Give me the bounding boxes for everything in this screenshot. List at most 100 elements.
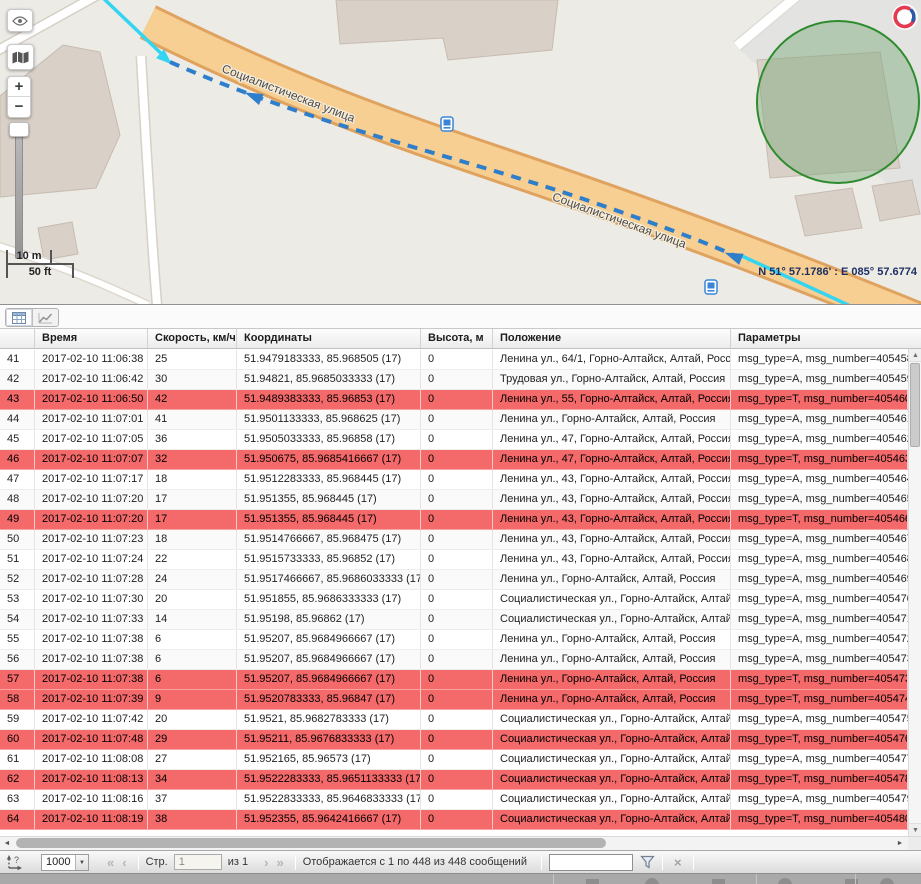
cell-pos: Ленина ул., 64/1, Горно-Алтайск, Алтай, … <box>493 350 731 369</box>
scroll-left-icon[interactable]: ◄ <box>0 837 14 850</box>
table-row[interactable]: 562017-02-10 11:07:38651.95207, 85.96849… <box>0 650 908 670</box>
cell-coords: 51.951855, 85.9686333333 (17) <box>237 590 421 609</box>
chart-view-button[interactable] <box>32 309 58 326</box>
filter-button[interactable] <box>640 855 655 869</box>
table-row[interactable]: 482017-02-10 11:07:201751.951355, 85.968… <box>0 490 908 510</box>
page-label: Стр. <box>146 856 168 868</box>
cell-n: 56 <box>0 650 35 669</box>
geofence-circle[interactable] <box>757 21 919 183</box>
cell-pos: Социалистическая ул., Горно-Алтайск, Алт… <box>493 810 731 829</box>
divider <box>553 874 554 884</box>
vertical-scrollbar-thumb[interactable] <box>910 363 920 447</box>
zoom-in-button[interactable]: + <box>8 77 30 97</box>
cell-speed: 14 <box>148 610 237 629</box>
map-layers-button[interactable] <box>7 44 34 70</box>
axes-question-icon[interactable]: ? <box>6 854 23 871</box>
table-row[interactable]: 642017-02-10 11:08:193851.952355, 85.964… <box>0 810 908 830</box>
table-row[interactable]: 592017-02-10 11:07:422051.9521, 85.96827… <box>0 710 908 730</box>
table-row[interactable]: 442017-02-10 11:07:014151.9501133333, 85… <box>0 410 908 430</box>
column-header-parameters[interactable]: Параметры <box>731 329 908 348</box>
table-row[interactable]: 462017-02-10 11:07:073251.950675, 85.968… <box>0 450 908 470</box>
table-row[interactable]: 502017-02-10 11:07:231851.9514766667, 85… <box>0 530 908 550</box>
table-row[interactable]: 612017-02-10 11:08:082751.952165, 85.965… <box>0 750 908 770</box>
scroll-down-icon[interactable]: ▼ <box>909 823 921 836</box>
column-header-coordinates[interactable]: Координаты <box>237 329 421 348</box>
table-row[interactable]: 422017-02-10 11:06:423051.94821, 85.9685… <box>0 370 908 390</box>
cell-speed: 36 <box>148 430 237 449</box>
cell-n: 53 <box>0 590 35 609</box>
zoom-out-button[interactable]: − <box>8 97 30 117</box>
cell-speed: 6 <box>148 670 237 689</box>
table-row[interactable]: 542017-02-10 11:07:331451.95198, 85.9686… <box>0 610 908 630</box>
cell-time: 2017-02-10 11:07:07 <box>35 450 148 469</box>
table-row[interactable]: 572017-02-10 11:07:38651.95207, 85.96849… <box>0 670 908 690</box>
table-row[interactable]: 492017-02-10 11:07:201751.951355, 85.968… <box>0 510 908 530</box>
cell-speed: 17 <box>148 490 237 509</box>
cell-alt: 0 <box>421 630 493 649</box>
cell-pos: Ленина ул., 55, Горно-Алтайск, Алтай, Ро… <box>493 390 731 409</box>
column-header-altitude[interactable]: Высота, м <box>421 329 493 348</box>
scroll-right-icon[interactable]: ► <box>893 837 907 850</box>
cell-alt: 0 <box>421 490 493 509</box>
table-row[interactable]: 632017-02-10 11:08:163751.9522833333, 85… <box>0 790 908 810</box>
table-row[interactable]: 472017-02-10 11:07:171851.9512283333, 85… <box>0 470 908 490</box>
cell-time: 2017-02-10 11:07:24 <box>35 550 148 569</box>
prev-page-button[interactable]: ‹ <box>118 855 130 870</box>
last-page-button[interactable]: » <box>272 855 287 870</box>
table-row[interactable]: 412017-02-10 11:06:382551.9479183333, 85… <box>0 350 908 370</box>
table-view-button[interactable] <box>6 309 32 326</box>
map-icon <box>12 51 29 64</box>
cell-params: msg_type=A, msg_number=405458, event <box>731 350 908 369</box>
scroll-up-icon[interactable]: ▲ <box>909 349 921 362</box>
cell-params: msg_type=A, msg_number=405459, event <box>731 370 908 389</box>
chart-line-icon <box>38 312 53 324</box>
table-row[interactable]: 552017-02-10 11:07:38651.95207, 85.96849… <box>0 630 908 650</box>
zoom-control: + − <box>7 76 31 118</box>
column-header-time[interactable]: Время <box>35 329 148 348</box>
table-row[interactable]: 432017-02-10 11:06:504251.9489383333, 85… <box>0 390 908 410</box>
page-number-input[interactable] <box>174 854 222 870</box>
cell-params: msg_type=A, msg_number=405479, event <box>731 790 908 809</box>
cell-speed: 9 <box>148 690 237 709</box>
cell-pos: Ленина ул., Горно-Алтайск, Алтай, Россия <box>493 570 731 589</box>
visibility-button[interactable] <box>7 9 33 32</box>
cell-speed: 29 <box>148 730 237 749</box>
cell-speed: 38 <box>148 810 237 829</box>
filter-input[interactable] <box>549 854 633 871</box>
column-header-location[interactable]: Положение <box>493 329 731 348</box>
vertical-scrollbar[interactable]: ▲ ▼ <box>908 349 921 836</box>
cell-params: msg_type=T, msg_number=405478, event <box>731 770 908 789</box>
table-row[interactable]: 522017-02-10 11:07:282451.9517466667, 85… <box>0 570 908 590</box>
table-row[interactable]: 602017-02-10 11:07:482951.95211, 85.9676… <box>0 730 908 750</box>
table-row[interactable]: 622017-02-10 11:08:133451.9522283333, 85… <box>0 770 908 790</box>
cell-n: 63 <box>0 790 35 809</box>
zoom-slider-track[interactable] <box>15 131 23 259</box>
horizontal-scrollbar-thumb[interactable] <box>16 838 606 848</box>
cell-params: msg_type=A, msg_number=405473, event <box>731 650 908 669</box>
table-row[interactable]: 452017-02-10 11:07:053651.9505033333, 85… <box>0 430 908 450</box>
separator <box>662 855 663 870</box>
table-row[interactable]: 582017-02-10 11:07:39951.9520783333, 85.… <box>0 690 908 710</box>
cell-alt: 0 <box>421 410 493 429</box>
panel-peek-shape <box>645 878 659 884</box>
column-header-index[interactable] <box>0 329 35 348</box>
map[interactable]: Социалистическая улица Социалистическая … <box>0 0 921 305</box>
cell-alt: 0 <box>421 590 493 609</box>
cell-speed: 41 <box>148 410 237 429</box>
table-row[interactable]: 532017-02-10 11:07:302051.951855, 85.968… <box>0 590 908 610</box>
zoom-slider-handle[interactable] <box>9 122 29 137</box>
cell-speed: 34 <box>148 770 237 789</box>
cell-alt: 0 <box>421 450 493 469</box>
column-header-speed[interactable]: Скорость, км/ч <box>148 329 237 348</box>
bottom-panel-edge <box>0 873 921 884</box>
next-page-button[interactable]: › <box>260 855 272 870</box>
first-page-button[interactable]: « <box>103 855 118 870</box>
cell-coords: 51.95198, 85.96862 (17) <box>237 610 421 629</box>
page-size-select[interactable]: 1000 ▼ <box>41 854 89 871</box>
separator <box>138 855 139 870</box>
cell-alt: 0 <box>421 510 493 529</box>
cell-pos: Социалистическая ул., Горно-Алтайск, Алт… <box>493 790 731 809</box>
clear-filter-button[interactable]: × <box>670 855 686 870</box>
cell-time: 2017-02-10 11:07:38 <box>35 630 148 649</box>
table-row[interactable]: 512017-02-10 11:07:242251.9515733333, 85… <box>0 550 908 570</box>
